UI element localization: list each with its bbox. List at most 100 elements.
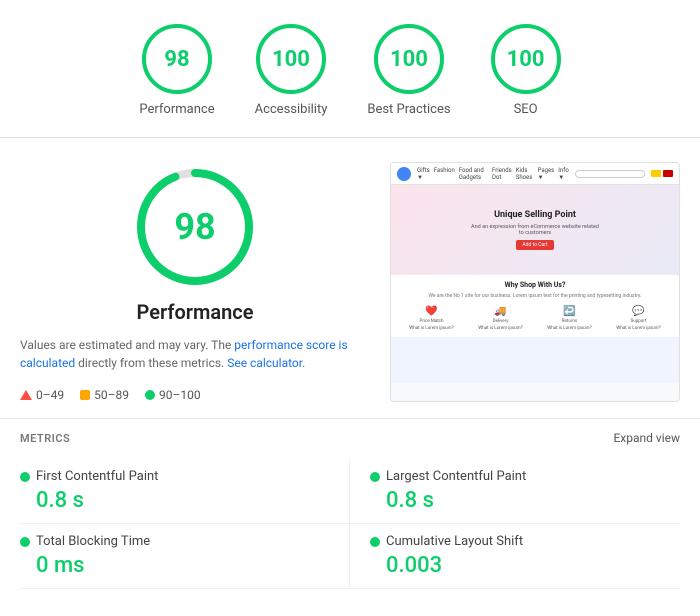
feature-sub-0: What is Lorem ipsum? (409, 326, 453, 331)
seo-circle: 100 (491, 24, 561, 94)
mock-logo (397, 167, 411, 181)
metric-tbt-dot (20, 537, 30, 547)
score-description: Values are estimated and may vary. The p… (20, 336, 370, 372)
legend-pass: 90–100 (145, 388, 201, 402)
big-score-circle: 98 (130, 162, 260, 292)
metric-lcp: Largest Contentful Paint 0.8 s (350, 459, 680, 524)
metric-lcp-label-row: Largest Contentful Paint (370, 469, 680, 484)
metric-cls-label: Cumulative Layout Shift (386, 534, 523, 549)
big-score-number: 98 (174, 206, 215, 248)
mock-feature-0: ❤️ Price Match What is Lorem ipsum? (409, 306, 453, 331)
flag-1 (651, 170, 661, 177)
legend-fail: 0–49 (20, 388, 64, 402)
mock-features: ❤️ Price Match What is Lorem ipsum? 🚚 De… (397, 306, 673, 331)
pass-range: 90–100 (159, 388, 201, 402)
score-seo[interactable]: 100 SEO (491, 24, 561, 117)
metric-tbt-value: 0 ms (36, 553, 329, 578)
feature-icon-2: ↩️ (563, 306, 575, 317)
metrics-title: METRICS (20, 432, 70, 445)
mock-feature-1: 🚚 Delivery What is Lorem ipsum? (478, 306, 522, 331)
mock-hero-sub: And an expression from eCommerce website… (470, 224, 600, 236)
mock-hero: Unique Selling Point And an expression f… (391, 185, 679, 275)
metric-lcp-value: 0.8 s (386, 488, 680, 513)
metric-fcp-dot (20, 472, 30, 482)
mock-hero-title: Unique Selling Point (494, 210, 576, 220)
feature-label-1: Delivery (493, 319, 509, 324)
mock-search-bar (575, 170, 645, 178)
metric-fcp-label: First Contentful Paint (36, 469, 158, 484)
metrics-grid: First Contentful Paint 0.8 s Largest Con… (20, 459, 680, 589)
average-range: 50–89 (94, 388, 129, 402)
expand-view-button[interactable]: Expand view (613, 431, 680, 445)
metric-cls-dot (370, 537, 380, 547)
metric-tbt: Total Blocking Time 0 ms (20, 524, 350, 589)
main-content: 98 Performance Values are estimated and … (0, 138, 700, 418)
metrics-section: METRICS Expand view First Contentful Pai… (0, 418, 700, 605)
feature-label-2: Returns (562, 319, 577, 324)
fail-range: 0–49 (36, 388, 64, 402)
big-score-container: 98 Performance (20, 162, 370, 324)
accessibility-label: Accessibility (255, 102, 328, 117)
performance-circle: 98 (142, 24, 212, 94)
legend: 0–49 50–89 90–100 (20, 388, 370, 402)
mock-feature-3: 💬 Support What is Lorem ipsum? (616, 306, 660, 331)
score-performance[interactable]: 98 Performance (139, 24, 214, 117)
screenshot-panel: Gifts ▼ Fashion Food and Gadgets Friends… (390, 162, 680, 402)
top-scores-row: 98 Performance 100 Accessibility 100 Bes… (0, 0, 700, 137)
mock-flags (651, 170, 673, 177)
performance-value: 98 (164, 47, 189, 72)
left-panel: 98 Performance Values are estimated and … (20, 162, 370, 402)
feature-label-0: Price Match (420, 319, 444, 324)
nav-item-2: Fashion (434, 167, 455, 181)
description-text-1: Values are estimated and may vary. The (20, 338, 234, 352)
accessibility-value: 100 (272, 47, 310, 72)
nav-item-4: Friends Dot (492, 167, 512, 181)
metric-cls: Cumulative Layout Shift 0.003 (350, 524, 680, 589)
nav-item-3: Food and Gadgets (459, 167, 488, 181)
mock-section: Why Shop With Us? We are the No 1 site f… (391, 275, 679, 337)
feature-sub-1: What is Lorem ipsum? (478, 326, 522, 331)
metric-tbt-label-row: Total Blocking Time (20, 534, 329, 549)
accessibility-circle: 100 (256, 24, 326, 94)
metric-fcp: First Contentful Paint 0.8 s (20, 459, 350, 524)
nav-item-6: Pages ▼ (538, 167, 555, 181)
metric-tbt-label: Total Blocking Time (36, 534, 150, 549)
metric-fcp-value: 0.8 s (36, 488, 329, 513)
best-practices-label: Best Practices (367, 102, 450, 117)
metric-lcp-dot (370, 472, 380, 482)
metric-fcp-label-row: First Contentful Paint (20, 469, 329, 484)
feature-sub-3: What is Lorem ipsum? (616, 326, 660, 331)
metric-cls-value: 0.003 (386, 553, 680, 578)
metric-cls-label-row: Cumulative Layout Shift (370, 534, 680, 549)
flag-2 (663, 170, 673, 177)
mock-hero-button: Add to Cart (516, 240, 553, 250)
metrics-header: METRICS Expand view (20, 431, 680, 445)
nav-item-7: Info ▼ (558, 167, 569, 181)
score-best-practices[interactable]: 100 Best Practices (367, 24, 450, 117)
nav-item-5: Kids Shoes (516, 167, 534, 181)
performance-label: Performance (139, 102, 214, 117)
mock-feature-2: ↩️ Returns What is Lorem ipsum? (547, 306, 591, 331)
metric-lcp-label: Largest Contentful Paint (386, 469, 526, 484)
average-icon (80, 390, 90, 400)
mock-nav: Gifts ▼ Fashion Food and Gadgets Friends… (417, 167, 569, 181)
description-text-2: directly from these metrics. (75, 356, 227, 370)
seo-value: 100 (507, 47, 545, 72)
fail-icon (20, 390, 32, 400)
feature-icon-3: 💬 (632, 306, 644, 317)
feature-label-3: Support (631, 319, 647, 324)
calculator-link[interactable]: See calculator. (227, 356, 305, 370)
screenshot-mockup: Gifts ▼ Fashion Food and Gadgets Friends… (391, 163, 679, 383)
feature-icon-1: 🚚 (494, 306, 506, 317)
mock-section-text: We are the No 1 site for our business. L… (397, 293, 673, 300)
legend-average: 50–89 (80, 388, 129, 402)
best-practices-value: 100 (390, 47, 428, 72)
mock-section-title: Why Shop With Us? (397, 281, 673, 289)
nav-item-1: Gifts ▼ (417, 167, 430, 181)
score-accessibility[interactable]: 100 Accessibility (255, 24, 328, 117)
best-practices-circle: 100 (374, 24, 444, 94)
feature-sub-2: What is Lorem ipsum? (547, 326, 591, 331)
mock-header: Gifts ▼ Fashion Food and Gadgets Friends… (391, 163, 679, 185)
big-score-title: Performance (137, 300, 254, 324)
feature-icon-0: ❤️ (425, 306, 437, 317)
